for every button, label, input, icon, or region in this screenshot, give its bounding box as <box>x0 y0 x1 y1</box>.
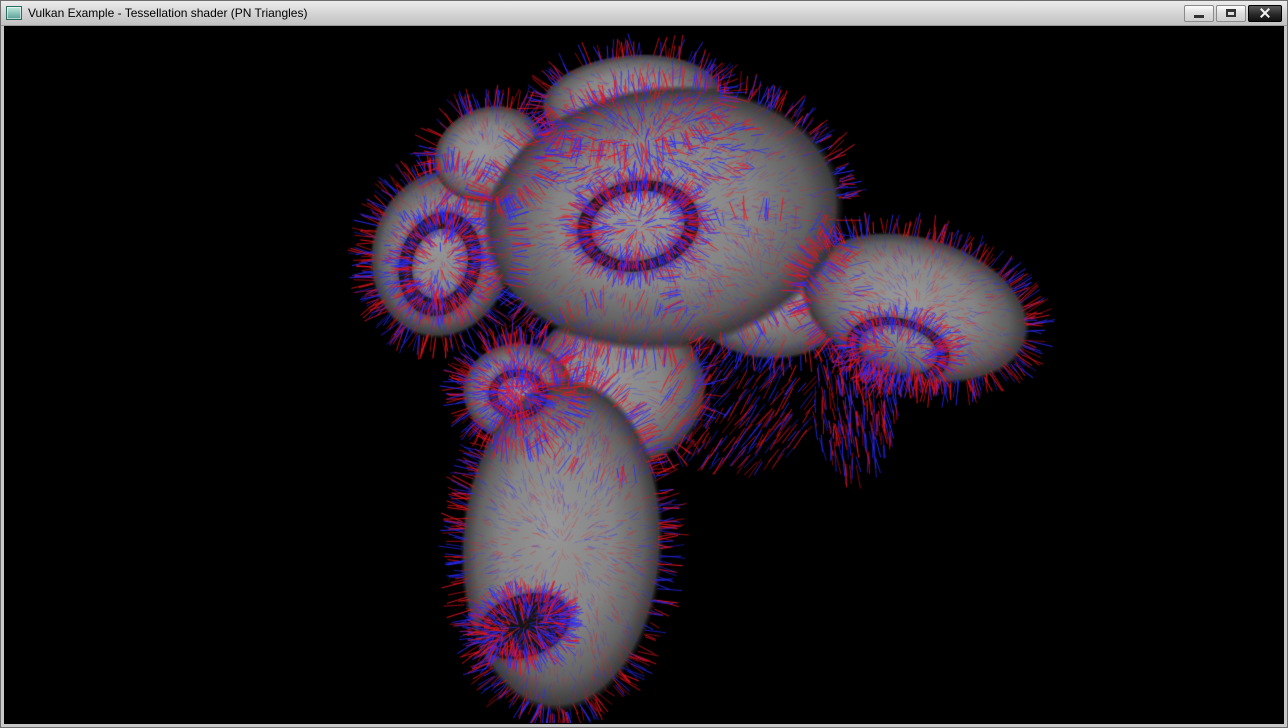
close-icon <box>1260 8 1270 18</box>
vulkan-app-icon <box>6 6 22 20</box>
titlebar[interactable]: Vulkan Example - Tessellation shader (PN… <box>1 1 1287 26</box>
app-window: Vulkan Example - Tessellation shader (PN… <box>0 0 1288 728</box>
maximize-icon <box>1226 9 1236 17</box>
minimize-button[interactable] <box>1184 5 1214 22</box>
render-viewport[interactable] <box>4 26 1284 724</box>
tessellation-render-canvas[interactable] <box>4 26 1284 723</box>
maximize-button[interactable] <box>1216 5 1246 22</box>
window-title: Vulkan Example - Tessellation shader (PN… <box>28 6 307 20</box>
minimize-icon <box>1194 15 1204 18</box>
window-controls <box>1184 5 1282 22</box>
close-button[interactable] <box>1248 5 1282 22</box>
